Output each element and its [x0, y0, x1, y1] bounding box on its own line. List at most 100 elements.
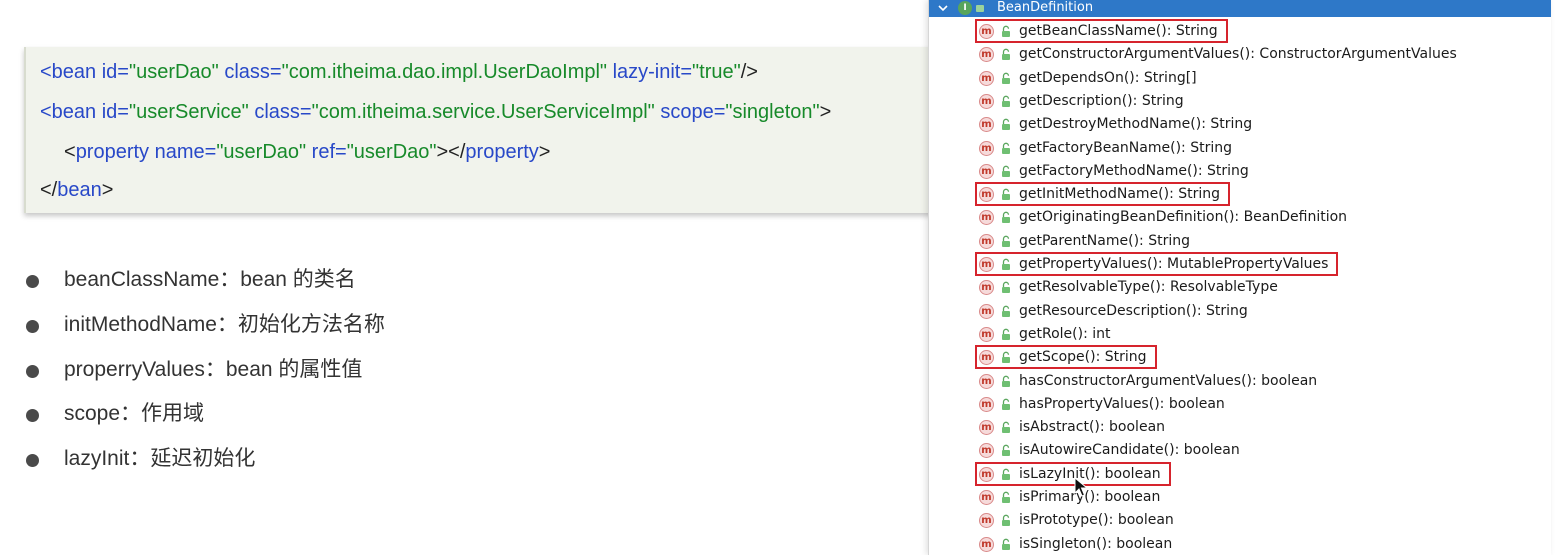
xml-attr: class= [218, 61, 282, 83]
xml-open-tag: <bean [40, 101, 97, 123]
public-lock-icon [1002, 165, 1010, 177]
method-signature: isPrototype(): boolean [1019, 512, 1174, 529]
method-icon: m [979, 47, 994, 63]
xml-tag: bean [57, 179, 102, 201]
method-icon: m [979, 373, 994, 389]
method-signature: getConstructorArgumentValues(): Construc… [1019, 46, 1457, 63]
method-icon: m [979, 93, 994, 109]
bullet-dot [26, 454, 39, 467]
xml-tag: property [465, 141, 539, 163]
xml-attr: lazy-init= [607, 61, 693, 83]
xml-close: > [538, 141, 551, 163]
method-row[interactable]: m getRole(): int [929, 323, 1551, 346]
bullet-dot [26, 320, 39, 333]
public-lock-icon [1002, 188, 1010, 201]
public-lock-icon [1002, 48, 1010, 61]
method-signature: getResourceDescription(): String [1019, 302, 1248, 319]
method-icon: m [979, 443, 994, 459]
public-lock-icon [1002, 142, 1010, 154]
public-lock-icon [1002, 375, 1010, 387]
method-row[interactable]: m hasPropertyValues(): boolean [929, 393, 1551, 416]
code-line-3: <property name="userDao" ref="userDao"><… [64, 141, 550, 164]
method-signature: getPropertyValues(): MutablePropertyValu… [1019, 256, 1329, 272]
xml-attr: scope= [654, 101, 726, 123]
public-lock-icon [1002, 235, 1010, 247]
xml-attr: id= [96, 61, 129, 83]
xml-open-tag: <bean [40, 61, 97, 83]
xml-value: "userDao" [216, 141, 307, 163]
method-row[interactable]: m hasConstructorArgumentValues(): boolean [929, 370, 1551, 393]
xml-code-block: <bean id="userDao" class="com.itheima.da… [24, 47, 936, 213]
method-icon: m [979, 303, 994, 319]
public-lock-icon [1002, 538, 1010, 550]
method-row[interactable]: m getDestroyMethodName(): String [929, 113, 1551, 136]
xml-attr: class= [248, 101, 312, 123]
xml-value: "singleton" [725, 101, 820, 123]
method-row[interactable]: m isLazyInit(): boolean [929, 463, 1551, 486]
public-lock-icon [1002, 25, 1010, 37]
bullet-text: beanClassName：bean 的类名 [64, 268, 356, 291]
method-row[interactable]: m getConstructorArgumentValues(): Constru… [929, 43, 1551, 66]
method-icon: m [979, 187, 994, 203]
bullet-text: properryValues：bean 的属性值 [64, 358, 363, 381]
public-lock-icon [1002, 328, 1010, 340]
public-lock-icon [1002, 95, 1010, 107]
method-icon: m [979, 24, 994, 39]
method-icon: m [979, 280, 994, 296]
method-row[interactable]: m getResourceDescription(): String [929, 300, 1551, 323]
bullet-text: initMethodName：初始化方法名称 [64, 313, 385, 336]
public-lock-icon [1002, 491, 1010, 503]
xml-attr: ref= [306, 141, 347, 163]
public-lock-icon [976, 5, 984, 12]
method-row[interactable]: m getFactoryBeanName(): String [929, 137, 1551, 160]
xml-attr: name= [149, 141, 217, 163]
method-row[interactable]: m isPrototype(): boolean [929, 509, 1551, 532]
method-row[interactable]: m getResolvableType(): ResolvableType [929, 276, 1551, 299]
xml-mid: ></ [436, 141, 466, 163]
public-lock-icon [1002, 118, 1010, 131]
method-icon: m [979, 70, 994, 86]
method-signature: getOriginatingBeanDefinition(): BeanDefi… [1019, 209, 1348, 226]
method-row[interactable]: m getFactoryMethodName(): String [929, 160, 1551, 183]
public-lock-icon [1002, 258, 1010, 270]
method-row[interactable]: m getPropertyValues(): MutablePropertyVal… [929, 253, 1551, 276]
bullet-dot [26, 365, 39, 378]
mouse-cursor-icon [1074, 477, 1088, 497]
method-row[interactable]: m getDescription(): String [929, 90, 1551, 113]
method-icon: m [979, 210, 994, 226]
method-signature: hasConstructorArgumentValues(): boolean [1019, 372, 1318, 389]
method-icon: m [979, 233, 994, 249]
method-signature: getInitMethodName(): String [1019, 186, 1221, 203]
xml-lt: < [64, 141, 76, 163]
method-row[interactable]: m getDependsOn(): String[] [929, 67, 1551, 90]
xml-value: "com.itheima.service.UserServiceImpl" [311, 101, 655, 123]
method-signature: hasPropertyValues(): boolean [1019, 395, 1225, 412]
public-lock-icon [1002, 421, 1010, 434]
method-row[interactable]: m isAutowireCandidate(): boolean [929, 439, 1551, 462]
method-row[interactable]: m getParentName(): String [929, 230, 1551, 253]
bullet-text: lazyInit：延迟初始化 [64, 447, 256, 470]
method-icon: m [979, 257, 994, 272]
method-row[interactable]: m getScope(): String [929, 346, 1551, 369]
method-signature: getBeanClassName(): String [1019, 23, 1218, 39]
method-signature: isAbstract(): boolean [1019, 419, 1166, 436]
method-row[interactable]: m isSingleton(): boolean [929, 533, 1551, 555]
method-row[interactable]: m getInitMethodName(): String [929, 183, 1551, 206]
public-lock-icon [1002, 281, 1010, 294]
method-row[interactable]: m getBeanClassName(): String [929, 20, 1551, 43]
method-icon: m [979, 140, 994, 156]
tree-node-beandefinition[interactable]: I BeanDefinition [929, 0, 1551, 17]
structure-panel[interactable]: I BeanDefinition m getBeanClassName(): St… [928, 0, 1551, 555]
interface-title: BeanDefinition [997, 0, 1094, 15]
method-icon: m [979, 420, 994, 436]
method-icon: m [979, 490, 994, 505]
chevron-down-icon[interactable] [938, 3, 948, 13]
public-lock-icon [1002, 351, 1010, 364]
method-icon: m [979, 350, 994, 366]
method-signature: isPrimary(): boolean [1019, 489, 1161, 505]
method-row[interactable]: m isPrimary(): boolean [929, 486, 1551, 509]
method-row[interactable]: m isAbstract(): boolean [929, 416, 1551, 439]
method-signature: isLazyInit(): boolean [1019, 465, 1161, 482]
method-icon: m [979, 396, 994, 412]
method-row[interactable]: m getOriginatingBeanDefinition(): BeanDef… [929, 206, 1551, 229]
